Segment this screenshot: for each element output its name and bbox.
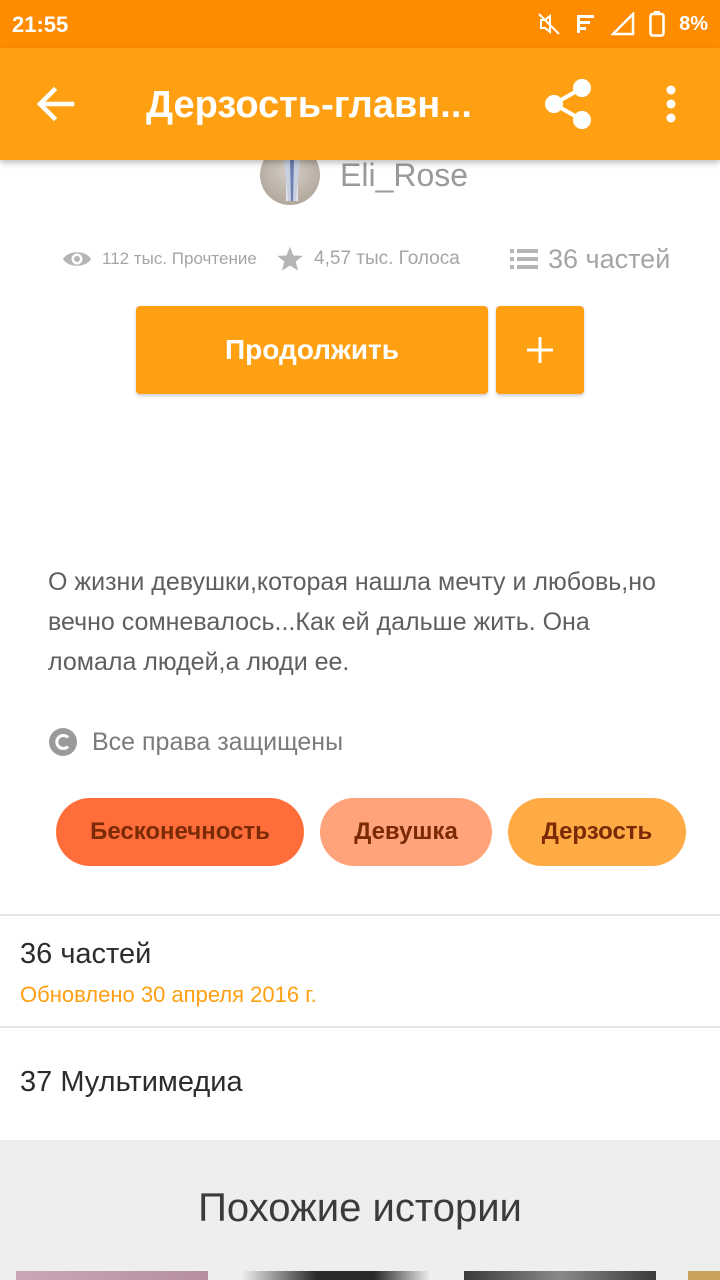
tag-chip[interactable]: Дерзость (508, 798, 686, 866)
eye-icon (63, 252, 91, 266)
status-time: 21:55 (12, 12, 69, 37)
cell-signal-icon (611, 12, 635, 36)
continue-reading-button[interactable]: Продолжить (136, 306, 488, 394)
votes-count: 4,57 тыс. Голоса (314, 248, 460, 269)
tag-list: Бесконечность Девушка Дерзость (56, 798, 686, 866)
copyright-text: Все права защищены (92, 727, 344, 756)
page-title: Дерзость-главн... (146, 84, 472, 126)
parts-count: 36 частей (548, 243, 671, 274)
similar-stories-title: Похожие истории (198, 1186, 522, 1230)
star-icon (277, 246, 303, 271)
tag-chip[interactable]: Бесконечность (56, 798, 304, 866)
battery-percent: 8% (679, 12, 708, 35)
similar-stories-section: Похожие истории (0, 1140, 720, 1280)
divider (0, 1026, 720, 1028)
status-bar: 21:55 8% (0, 0, 720, 48)
parts-title[interactable]: 36 частей (20, 938, 151, 971)
story-thumbnail[interactable] (16, 1271, 208, 1280)
plus-icon (527, 337, 553, 363)
reads-stat: 112 тыс. Прочтение (62, 248, 260, 270)
media-section-title[interactable]: 37 Мультимедиа (20, 1066, 243, 1099)
signal-flag-icon (577, 15, 595, 33)
votes-stat: 4,57 тыс. Голоса (276, 245, 504, 273)
more-vert-icon[interactable] (656, 82, 686, 130)
list-icon (510, 249, 538, 269)
tag-chip[interactable]: Девушка (320, 798, 492, 866)
add-to-library-button[interactable] (496, 306, 584, 394)
copyright-icon (49, 728, 77, 756)
share-icon[interactable] (540, 76, 596, 132)
story-thumbnail[interactable] (464, 1271, 656, 1280)
copyright-row: Все права защищены (48, 722, 343, 762)
app-bar: Дерзость-главн... (0, 48, 720, 160)
story-thumbnail[interactable] (240, 1271, 432, 1280)
mute-icon (538, 13, 560, 35)
story-thumbnail[interactable] (688, 1271, 720, 1280)
story-description: О жизни девушки,которая нашла мечту и лю… (48, 568, 656, 676)
divider (0, 914, 720, 916)
parts-stat: 36 частей (510, 244, 670, 275)
battery-icon (649, 11, 665, 37)
author-name[interactable]: Eli_Rose (340, 157, 468, 194)
status-icons: 8% (537, 10, 708, 38)
reads-count: 112 тыс. Прочтение (102, 249, 257, 268)
back-arrow-icon[interactable] (32, 80, 80, 128)
parts-updated-date: Обновлено 30 апреля 2016 г. (20, 982, 317, 1007)
story-stats: 112 тыс. Прочтение 4,57 тыс. Голоса 36 ч… (62, 236, 682, 282)
